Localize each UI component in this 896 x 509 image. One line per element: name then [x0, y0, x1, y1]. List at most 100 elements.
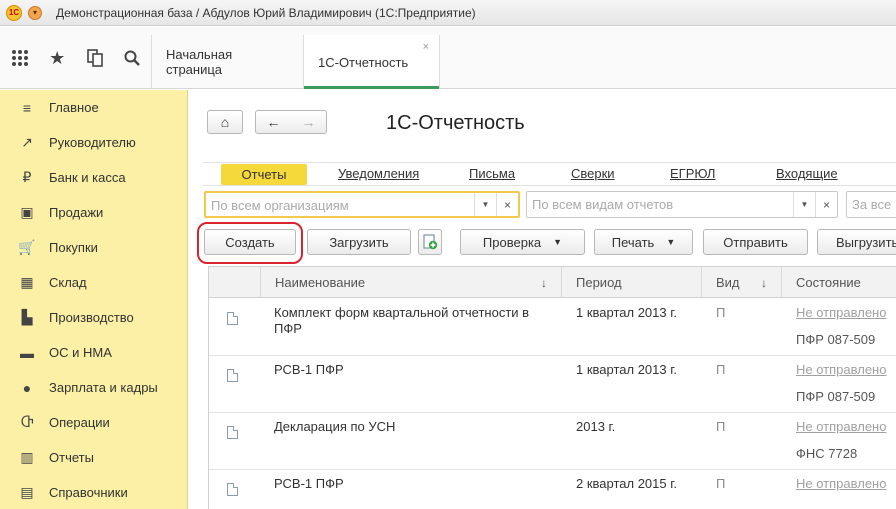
sidebar-item-label: Склад — [49, 275, 87, 290]
sidebar-item-manager[interactable]: ↗ Руководителю — [0, 125, 187, 160]
sidebar-item-label: Производство — [49, 310, 134, 325]
home-button[interactable]: ⌂ — [207, 110, 243, 134]
row-status-link[interactable]: Не отправлено — [796, 476, 886, 491]
home-icon: ⌂ — [220, 114, 230, 130]
period-select[interactable]: За все — [846, 191, 896, 218]
organization-placeholder: По всем организациям — [211, 198, 349, 213]
table-row[interactable]: Декларация по УСН 2013 г. П Не отправлен… — [209, 413, 896, 470]
reports-table: Наименование ↓ Период Вид ↓ Состояние Комп… — [208, 266, 896, 509]
sidebar-item-payroll[interactable]: ● Зарплата и кадры — [0, 370, 187, 405]
row-name: Комплект форм квартальной отчетности в П… — [274, 305, 530, 336]
sort-arrow-icon: ↓ — [541, 275, 547, 290]
sidebar-item-fixed-assets[interactable]: ▬ ОС и НМА — [0, 335, 187, 370]
period-placeholder: За все — [852, 197, 892, 212]
sidebar-item-reports[interactable]: ▥ Отчеты — [0, 440, 187, 475]
row-period: 1 квартал 2013 г. — [576, 362, 677, 377]
table-row[interactable]: РСВ-1 ПФР 1 квартал 2013 г. П Не отправл… — [209, 356, 896, 413]
history-icon[interactable] — [77, 40, 113, 76]
page-title: 1С-Отчетность — [386, 112, 525, 134]
menu-lines-icon: ≡ — [22, 99, 32, 116]
search-icon[interactable] — [115, 40, 151, 76]
row-kind: П — [716, 362, 726, 377]
sidebar-item-operations[interactable]: Ⴇ Операции — [0, 405, 187, 440]
print-button[interactable]: Печать ▼ — [594, 229, 693, 255]
forward-arrow-icon[interactable]: → — [291, 114, 326, 130]
row-name: РСВ-1 ПФР — [274, 476, 344, 491]
sidebar-item-warehouse[interactable]: ▦ Склад — [0, 265, 187, 300]
chevron-down-icon[interactable]: ▼ — [793, 192, 815, 217]
tab-1c-reporting[interactable]: 1С-Отчетность × — [303, 35, 440, 89]
sidebar-item-main[interactable]: ≡ Главное — [0, 90, 187, 125]
chevron-down-icon: ▼ — [666, 237, 676, 247]
check-label: Проверка — [482, 234, 542, 250]
row-kind: П — [716, 305, 726, 320]
row-status-link[interactable]: Не отправлено — [796, 419, 886, 434]
column-period[interactable]: Период — [561, 267, 701, 298]
organization-select[interactable]: По всем организациям ▼ × — [204, 191, 520, 218]
sidebar-item-sales[interactable]: ▣ Продажи — [0, 195, 187, 230]
back-arrow-icon[interactable]: ← — [256, 114, 291, 130]
row-period: 2 квартал 2015 г. — [576, 476, 677, 491]
person-icon: ● — [22, 379, 32, 396]
column-status[interactable]: Состояние — [781, 267, 896, 298]
filter-tab-egrul[interactable]: ЕГРЮЛ — [670, 166, 715, 181]
filter-tab-letters[interactable]: Письма — [469, 166, 515, 181]
row-status-link[interactable]: Не отправлено — [796, 305, 886, 320]
table-row[interactable]: Комплект форм квартальной отчетности в П… — [209, 299, 896, 356]
unload-button[interactable]: Выгрузить — [817, 229, 896, 255]
row-kind: П — [716, 476, 726, 491]
check-button[interactable]: Проверка ▼ — [460, 229, 585, 255]
filter-tab-reconciliations[interactable]: Сверки — [571, 166, 615, 181]
debit-credit-icon: Ⴇ — [20, 414, 34, 430]
table-row[interactable]: РСВ-1 ПФР 2 квартал 2015 г. П Не отправл… — [209, 470, 896, 509]
sidebar-item-label: Отчеты — [49, 450, 94, 465]
load-button[interactable]: Загрузить — [307, 229, 411, 255]
report-type-placeholder: По всем видам отчетов — [532, 197, 674, 212]
ruble-coin-icon: ₽ — [22, 169, 32, 185]
top-toolbar: ★ Начальная страница 1С-Отчетность × — [0, 27, 896, 89]
row-period: 2013 г. — [576, 419, 616, 434]
report-type-select[interactable]: По всем видам отчетов ▼ × — [526, 191, 838, 218]
row-agency: ПФР 087-509 — [796, 389, 876, 404]
send-button[interactable]: Отправить — [703, 229, 808, 255]
row-agency: ФНС 7728 — [796, 446, 858, 461]
cart-icon: 🛒 — [18, 239, 36, 255]
factory-icon: ▙ — [21, 309, 33, 325]
sidebar-item-production[interactable]: ▙ Производство — [0, 300, 187, 335]
filter-tab-notifications[interactable]: Уведомления — [338, 166, 419, 181]
title-bar: 1С ▾ Демонстрационная база / Абдулов Юри… — [0, 0, 896, 26]
document-icon — [227, 426, 238, 439]
filter-tab-incoming[interactable]: Входящие — [776, 166, 838, 181]
sidebar-item-label: Зарплата и кадры — [49, 380, 158, 395]
column-name[interactable]: Наименование ↓ — [260, 267, 561, 298]
chevron-down-icon[interactable]: ▼ — [474, 193, 496, 216]
row-status-link[interactable]: Не отправлено — [796, 362, 886, 377]
clear-icon[interactable]: × — [496, 193, 518, 216]
sidebar-item-label: Операции — [49, 415, 110, 430]
sidebar-item-purchases[interactable]: 🛒 Покупки — [0, 230, 187, 265]
main-menu-icon[interactable]: ▾ — [28, 5, 42, 20]
tab-start-page[interactable]: Начальная страница — [151, 35, 303, 89]
sidebar-item-label: Справочники — [49, 485, 128, 500]
window-title: Демонстрационная база / Абдулов Юрий Вла… — [56, 5, 476, 20]
truck-icon: ▬ — [20, 344, 34, 361]
main-content: ⌂ ← → 1С-Отчетность Отчеты Уведомления П… — [189, 90, 896, 509]
filter-tabs: Отчеты Уведомления Письма Сверки ЕГРЮЛ В… — [203, 162, 896, 186]
apps-grid-icon[interactable] — [2, 40, 38, 76]
document-icon — [227, 483, 238, 496]
close-icon[interactable]: × — [423, 41, 429, 53]
column-kind[interactable]: Вид ↓ — [701, 267, 781, 298]
favorites-star-icon[interactable]: ★ — [40, 40, 76, 76]
table-header: Наименование ↓ Период Вид ↓ Состояние — [209, 267, 896, 298]
1c-logo-icon[interactable]: 1С — [6, 4, 22, 21]
tab-label: Начальная страница — [166, 47, 233, 77]
sidebar-item-directories[interactable]: ▤ Справочники — [0, 475, 187, 509]
row-kind: П — [716, 419, 726, 434]
tab-label: 1С-Отчетность — [318, 54, 409, 70]
clear-icon[interactable]: × — [815, 192, 837, 217]
add-file-button[interactable] — [418, 229, 442, 255]
row-agency: ПФР 087-509 — [796, 332, 876, 347]
filter-tab-reports[interactable]: Отчеты — [221, 164, 307, 185]
sidebar-item-bank[interactable]: ₽ Банк и касса — [0, 160, 187, 195]
row-period: 1 квартал 2013 г. — [576, 305, 677, 320]
